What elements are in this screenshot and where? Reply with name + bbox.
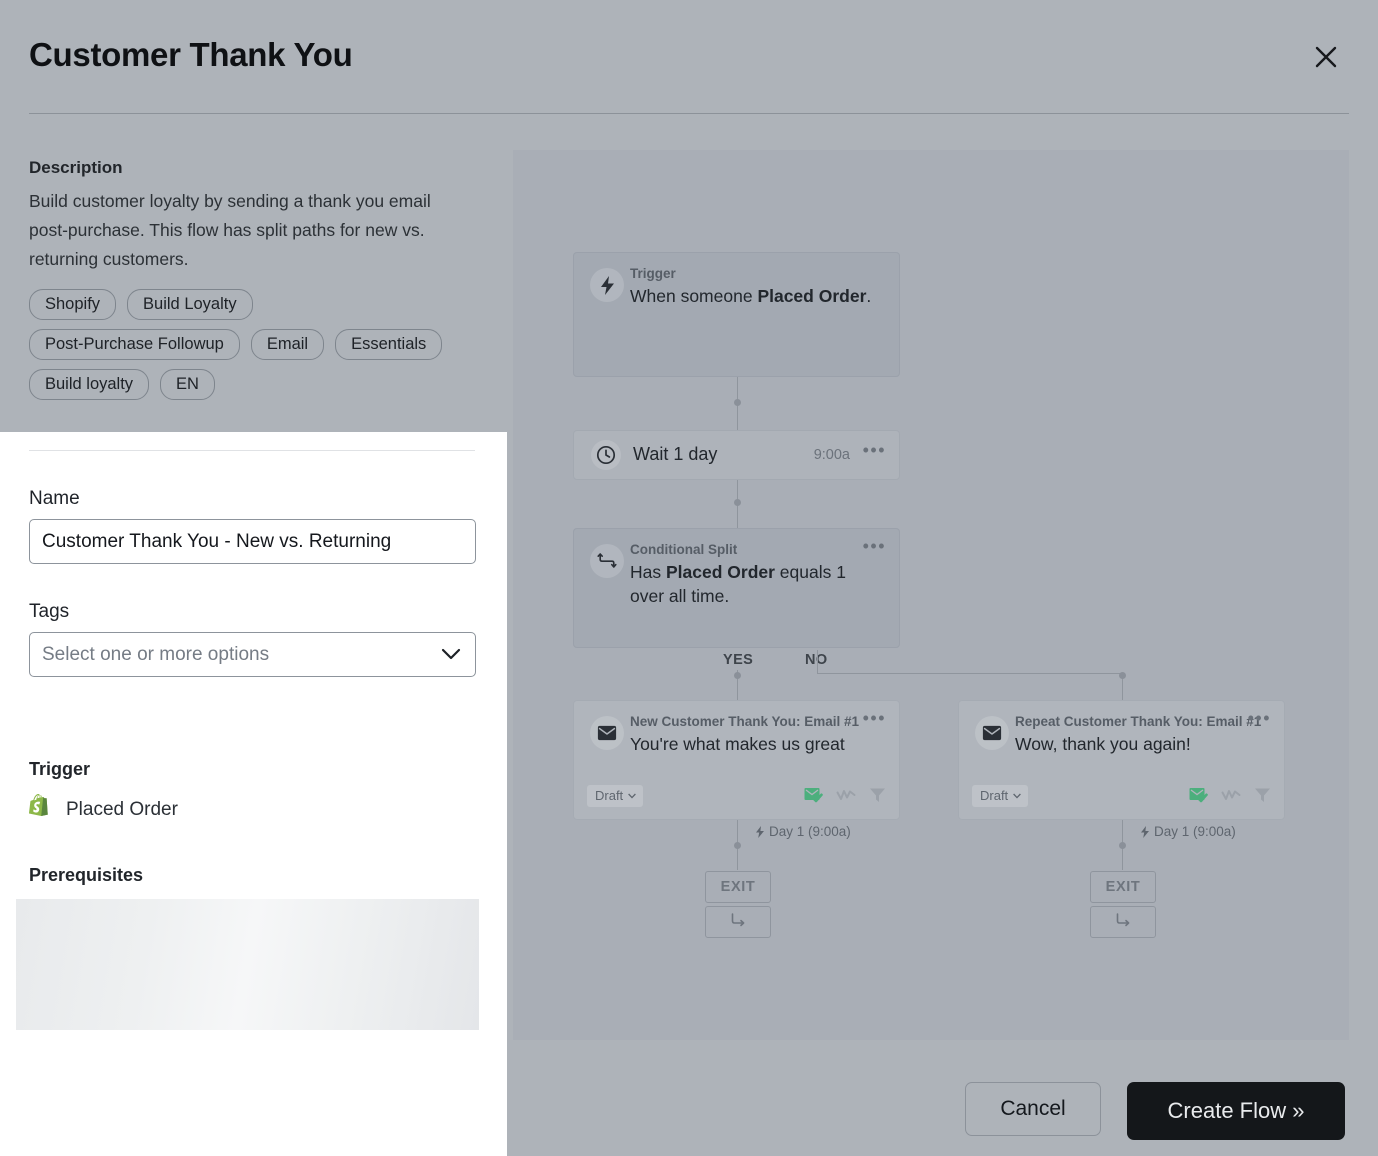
email-schedule-label: Day 1 (9:00a) [755,824,851,839]
tag-pill[interactable]: Shopify [29,289,116,320]
shopify-icon [29,794,53,826]
email-schedule-text: Day 1 (9:00a) [769,824,851,839]
status-badge[interactable]: Draft [972,785,1028,807]
flow-template-modal: Customer Thank You Description Build cus… [0,0,1378,1156]
tag-pill[interactable]: Email [251,329,324,360]
email-sent-check-icon [1189,787,1208,808]
form-divider [29,450,475,451]
lightning-bolt-icon [590,268,624,302]
tag-pill[interactable]: EN [160,369,215,400]
create-flow-button[interactable]: Create Flow » [1127,1082,1345,1140]
filter-funnel-icon [1254,787,1271,808]
trigger-name: Placed Order [66,799,178,821]
flow-node-conditional-split[interactable]: Conditional Split Has Placed Order equal… [573,528,900,648]
smart-sending-icon [1221,788,1241,807]
status-badge[interactable]: Draft [587,785,643,807]
node-title: You're what makes us great [630,732,880,756]
wait-time: 9:00a [814,447,850,463]
tag-pill[interactable]: Post-Purchase Followup [29,329,240,360]
chevron-down-icon [628,793,636,799]
wait-label: Wait 1 day [633,444,717,465]
trigger-title-suffix: . [866,286,871,306]
node-menu-icon[interactable]: ••• [1248,712,1271,724]
node-kicker: Repeat Customer Thank You: Email #1 [1015,714,1261,729]
connector-line [817,673,1122,674]
connector-dot[interactable] [1119,672,1126,679]
connector-dot[interactable] [1119,842,1126,849]
prerequisites-skeleton [16,899,479,1030]
header-divider [29,113,1349,114]
node-kicker: Conditional Split [630,542,737,557]
email-status-icons [804,787,886,808]
tag-pill[interactable]: Build Loyalty [127,289,253,320]
node-title: When someone Placed Order. [630,284,880,308]
flow-node-email-repeat-customer[interactable]: Repeat Customer Thank You: Email #1 Wow,… [958,700,1285,820]
node-kicker: Trigger [630,266,676,281]
node-menu-icon[interactable]: ••• [863,712,886,724]
smart-sending-icon [836,788,856,807]
tag-list: Shopify Build Loyalty Post-Purchase Foll… [29,289,449,400]
filter-funnel-icon [869,787,886,808]
email-schedule-text: Day 1 (9:00a) [1154,824,1236,839]
email-schedule-label: Day 1 (9:00a) [1140,824,1236,839]
trigger-label: Trigger [29,759,478,780]
flow-node-email-new-customer[interactable]: New Customer Thank You: Email #1 You're … [573,700,900,820]
node-title: Wow, thank you again! [1015,732,1265,756]
flow-node-exit[interactable]: EXIT [1090,871,1156,903]
split-title-prefix: Has [630,562,666,582]
trigger-row: Placed Order [29,794,478,826]
connector-line [737,377,738,437]
node-menu-icon[interactable]: ••• [863,540,886,552]
flow-canvas[interactable]: Trigger When someone Placed Order. Wait … [513,150,1349,1040]
envelope-icon [975,716,1009,750]
flow-node-rejoin[interactable] [1090,906,1156,938]
email-status-icons [1189,787,1271,808]
description-section: Description Build customer loyalty by se… [0,140,507,432]
split-title-bold: Placed Order [666,562,775,582]
clock-icon [591,440,621,470]
flow-node-rejoin[interactable] [705,906,771,938]
node-menu-icon[interactable]: ••• [863,444,886,456]
prerequisites-label: Prerequisites [29,865,478,886]
tag-pill[interactable]: Build loyalty [29,369,149,400]
node-title: Has Placed Order equals 1 over all time. [630,560,880,608]
flow-settings-form: Name Tags Select one or more options Tri… [0,432,507,1156]
status-badge-label: Draft [980,788,1008,803]
connector-line [817,650,818,673]
name-label: Name [29,488,478,510]
rejoin-flow-icon [730,912,746,932]
branch-label-yes: YES [723,652,753,668]
connector-dot[interactable] [734,672,741,679]
description-text: Build customer loyalty by sending a than… [29,187,464,274]
trigger-title-bold: Placed Order [757,286,866,306]
lightning-bolt-icon [1140,826,1150,838]
connector-dot[interactable] [734,842,741,849]
node-kicker: New Customer Thank You: Email #1 [630,714,859,729]
chevron-down-icon [1013,793,1021,799]
connector-dot[interactable] [734,499,741,506]
tags-label: Tags [29,601,478,623]
email-sent-check-icon [804,787,823,808]
split-branch-icon [590,544,624,578]
description-label: Description [29,158,478,178]
trigger-title-prefix: When someone [630,286,757,306]
envelope-icon [590,716,624,750]
connector-dot[interactable] [734,399,741,406]
lightning-bolt-icon [755,826,765,838]
modal-header: Customer Thank You [0,0,1378,114]
cancel-button[interactable]: Cancel [965,1082,1101,1136]
flow-node-trigger[interactable]: Trigger When someone Placed Order. [573,252,900,377]
close-icon[interactable] [1309,40,1343,74]
tags-select-wrap: Select one or more options [29,632,476,677]
status-badge-label: Draft [595,788,623,803]
tags-select[interactable]: Select one or more options [29,632,476,677]
flow-node-exit[interactable]: EXIT [705,871,771,903]
flow-node-wait[interactable]: Wait 1 day 9:00a ••• [573,430,900,480]
flow-name-input[interactable] [29,519,476,564]
page-title: Customer Thank You [29,36,352,74]
rejoin-flow-icon [1115,912,1131,932]
tag-pill[interactable]: Essentials [335,329,442,360]
modal-footer: Cancel Create Flow » [507,1040,1378,1156]
